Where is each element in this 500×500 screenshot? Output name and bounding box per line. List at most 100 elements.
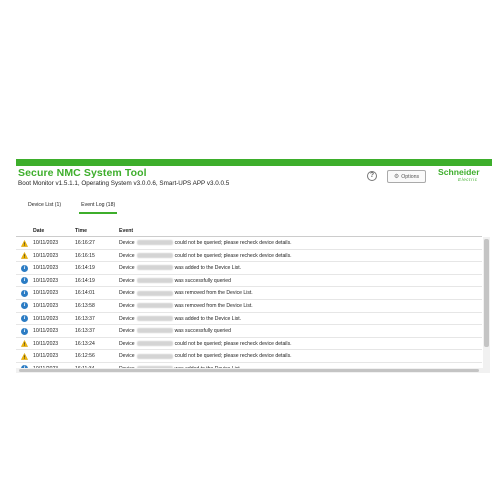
event-suffix: was successfully queried bbox=[174, 328, 231, 335]
warning-icon bbox=[20, 239, 29, 247]
cell-event: Device was removed from the Device List. bbox=[119, 303, 253, 309]
cell-date: 10/11/2023 bbox=[33, 265, 59, 272]
cell-event: Device was removed from the Device List. bbox=[119, 290, 253, 296]
event-suffix: could not be queried; please recheck dev… bbox=[174, 353, 292, 360]
cell-event: Device could not be queried; please reche… bbox=[119, 353, 292, 359]
cell-date: 10/11/2023 bbox=[33, 315, 59, 322]
column-header-time[interactable]: Time bbox=[75, 228, 87, 234]
info-icon: i bbox=[21, 289, 28, 297]
help-icon[interactable]: ? bbox=[367, 171, 377, 181]
table-row[interactable]: 10/11/2023 16:16:27 Device could not be que… bbox=[16, 237, 482, 250]
logo-subtext: Electric bbox=[458, 177, 478, 182]
event-prefix: Device bbox=[119, 290, 135, 297]
horizontal-scroll-thumb[interactable] bbox=[19, 369, 479, 372]
redacted-device-address bbox=[136, 353, 173, 359]
info-icon: i bbox=[21, 302, 28, 310]
event-prefix: Device bbox=[119, 328, 135, 335]
title-accent-bar bbox=[16, 159, 492, 166]
cell-event: Device could not be queried; please reche… bbox=[119, 240, 292, 246]
cell-date: 10/11/2023 bbox=[33, 290, 59, 297]
options-button-label: Options bbox=[401, 173, 420, 180]
event-suffix: was removed from the Device List. bbox=[174, 290, 253, 297]
version-info: Boot Monitor v1.5.1.1, Operating System … bbox=[18, 180, 230, 187]
event-prefix: Device bbox=[119, 315, 135, 322]
redacted-device-address bbox=[136, 252, 173, 258]
column-header-event[interactable]: Event bbox=[119, 228, 133, 234]
redacted-device-address bbox=[136, 290, 173, 296]
tab-event-log[interactable]: Event Log (18) bbox=[79, 202, 118, 214]
redacted-device-address bbox=[136, 328, 173, 334]
app-window: Secure NMC System Tool Boot Monitor v1.5… bbox=[16, 159, 492, 373]
redacted-device-address bbox=[136, 240, 173, 246]
table-row[interactable]: i 10/11/2023 16:14:19 Device was added to th… bbox=[16, 262, 482, 275]
cell-event: Device was successfully queried bbox=[119, 278, 231, 284]
cell-time: 16:12:56 bbox=[75, 353, 95, 360]
horizontal-scrollbar[interactable] bbox=[16, 368, 490, 373]
table-body: 10/11/2023 16:16:27 Device could not be que… bbox=[16, 237, 482, 373]
cell-date: 10/11/2023 bbox=[33, 240, 59, 246]
redacted-device-address bbox=[136, 265, 173, 271]
event-suffix: was successfully queried bbox=[174, 277, 231, 284]
info-icon: i bbox=[21, 264, 28, 272]
app-title: Secure NMC System Tool bbox=[18, 167, 147, 179]
options-button[interactable]: ⚙ Options bbox=[387, 170, 426, 183]
table-row[interactable]: i 10/11/2023 16:13:58 Device was removed fro… bbox=[16, 300, 482, 313]
warning-icon bbox=[20, 252, 29, 259]
event-suffix: was removed from the Device List. bbox=[174, 302, 253, 309]
cell-time: 16:16:27 bbox=[75, 240, 95, 246]
vertical-scrollbar[interactable] bbox=[483, 237, 490, 368]
cell-time: 16:14:01 bbox=[75, 290, 95, 297]
warning-icon bbox=[20, 340, 29, 348]
table-row[interactable]: 10/11/2023 16:12:56 Device could not be que… bbox=[16, 350, 482, 363]
vertical-scroll-thumb[interactable] bbox=[484, 239, 489, 347]
event-log-table: Date Time Event 10/11/2023 16:16:27 Device… bbox=[16, 227, 492, 373]
cell-date: 10/11/2023 bbox=[33, 302, 59, 309]
table-row[interactable]: 10/11/2023 16:16:15 Device could not be que… bbox=[16, 250, 482, 263]
cell-date: 10/11/2023 bbox=[33, 277, 59, 284]
event-suffix: could not be queried; please recheck dev… bbox=[174, 340, 292, 347]
cell-date: 10/11/2023 bbox=[33, 328, 59, 335]
cell-date: 10/11/2023 bbox=[33, 340, 59, 347]
tab-device-list[interactable]: Device List (1) bbox=[26, 202, 63, 214]
cell-event: Device was added to the Device List. bbox=[119, 316, 241, 322]
schneider-logo: Schneider Electric bbox=[438, 167, 488, 185]
redacted-device-address bbox=[136, 315, 173, 321]
table-row[interactable]: i 10/11/2023 16:14:01 Device was removed fro… bbox=[16, 287, 482, 300]
table-row[interactable]: 10/11/2023 16:13:24 Device could not be que… bbox=[16, 338, 482, 351]
table-row[interactable]: i 10/11/2023 16:13:37 Device was successfull… bbox=[16, 325, 482, 338]
event-prefix: Device bbox=[119, 353, 135, 360]
column-header-date[interactable]: Date bbox=[33, 228, 44, 234]
event-suffix: was added to the Device List. bbox=[174, 315, 242, 322]
logo-wordmark: Schneider bbox=[438, 167, 480, 177]
event-suffix: could not be queried; please recheck dev… bbox=[174, 240, 292, 246]
cell-event: Device could not be queried; please reche… bbox=[119, 253, 292, 259]
cell-time: 16:13:37 bbox=[75, 328, 95, 335]
redacted-device-address bbox=[136, 277, 173, 283]
cell-time: 16:13:58 bbox=[75, 302, 95, 309]
cell-time: 16:14:19 bbox=[75, 265, 95, 272]
cell-event: Device was successfully queried bbox=[119, 328, 231, 334]
gear-icon: ⚙ bbox=[393, 174, 400, 180]
info-icon: i bbox=[21, 277, 28, 285]
event-prefix: Device bbox=[119, 302, 135, 309]
event-prefix: Device bbox=[119, 265, 135, 272]
table-row[interactable]: i 10/11/2023 16:14:19 Device was successfull… bbox=[16, 275, 482, 288]
cell-event: Device could not be queried; please reche… bbox=[119, 341, 292, 347]
event-prefix: Device bbox=[119, 252, 135, 259]
tab-bar: Device List (1) Event Log (18) bbox=[26, 202, 118, 214]
redacted-device-address bbox=[136, 303, 173, 309]
cell-date: 10/11/2023 bbox=[33, 353, 59, 360]
event-prefix: Device bbox=[119, 240, 135, 246]
event-prefix: Device bbox=[119, 277, 135, 284]
table-header: Date Time Event bbox=[16, 227, 482, 236]
event-prefix: Device bbox=[119, 340, 135, 347]
info-icon: i bbox=[21, 327, 28, 335]
warning-icon bbox=[20, 352, 29, 360]
table-row[interactable]: i 10/11/2023 16:13:37 Device was added to th… bbox=[16, 313, 482, 326]
cell-date: 10/11/2023 bbox=[33, 252, 59, 259]
redacted-device-address bbox=[136, 340, 173, 346]
event-suffix: was added to the Device List. bbox=[174, 265, 242, 272]
cell-time: 16:13:24 bbox=[75, 340, 95, 347]
cell-time: 16:16:15 bbox=[75, 252, 95, 259]
cell-time: 16:14:19 bbox=[75, 277, 95, 284]
